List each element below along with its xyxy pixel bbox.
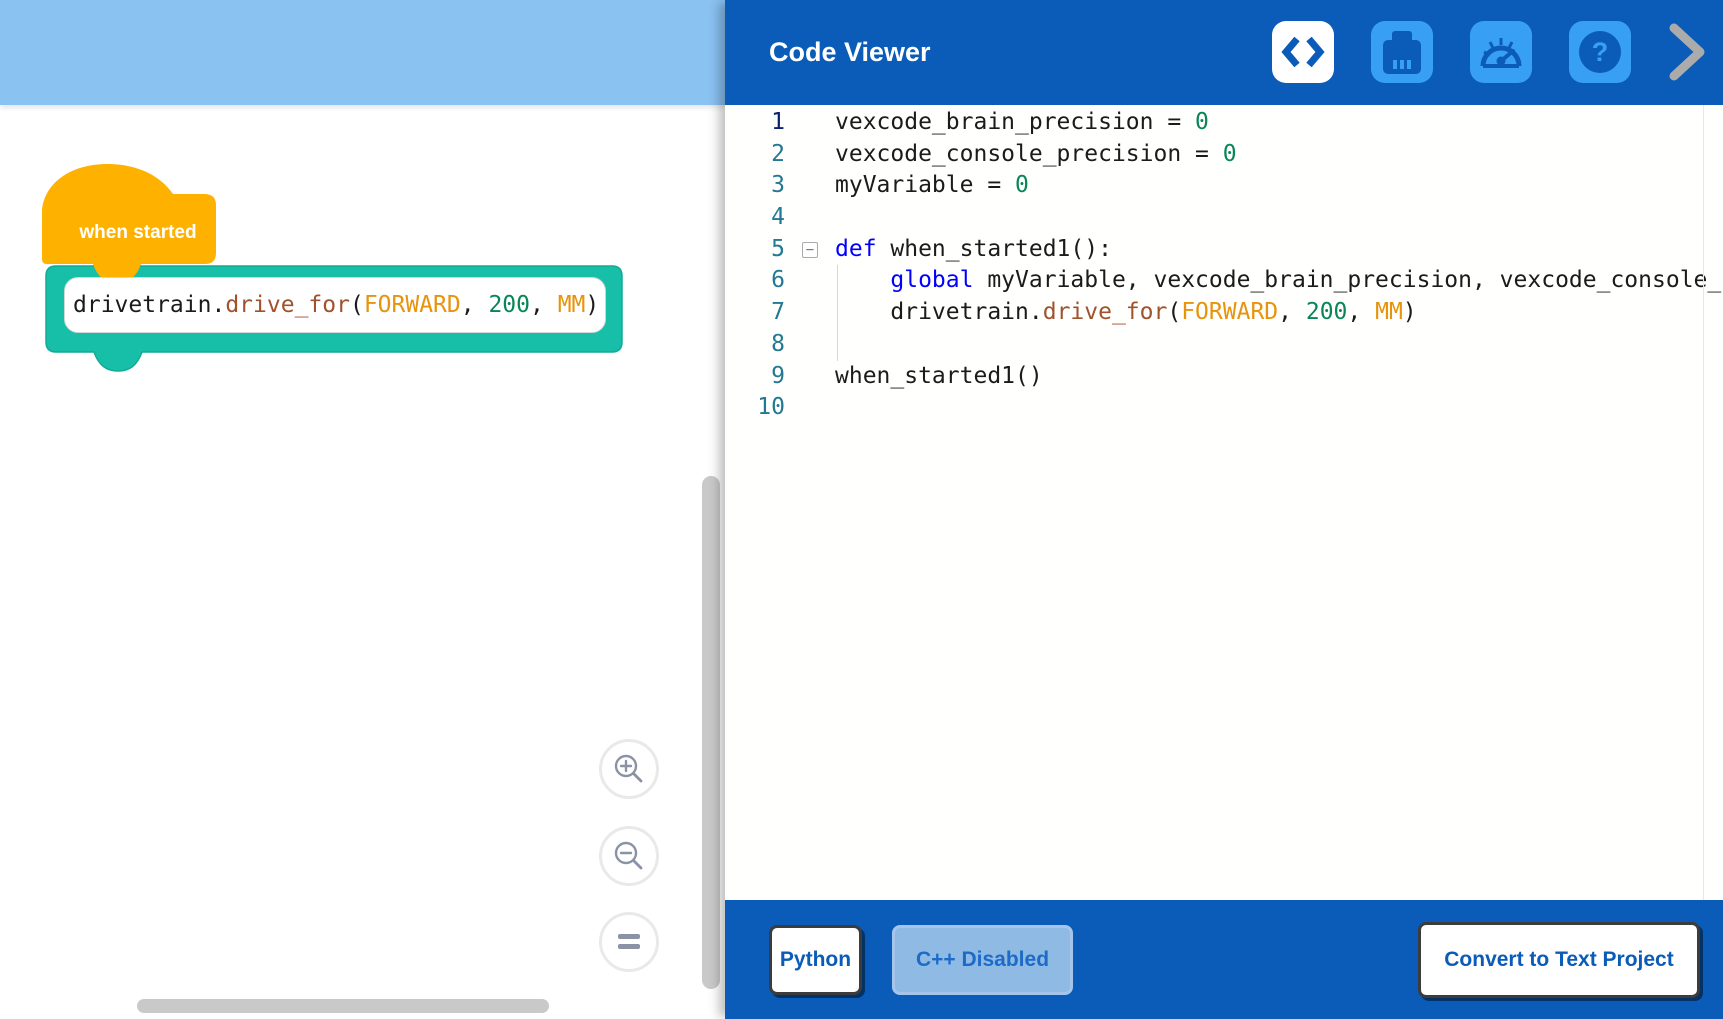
code-icon (1281, 34, 1325, 70)
zoom-in-button[interactable] (599, 739, 659, 799)
fold-gutter (785, 265, 835, 297)
line-number: 5 (725, 234, 785, 266)
drive-for-block-field[interactable]: drivetrain.drive_for(FORWARD, 200, MM) (64, 277, 606, 333)
code-line[interactable]: 10 (725, 392, 1723, 424)
block-token: , (530, 292, 558, 318)
brain-view-button[interactable] (1371, 21, 1433, 83)
code-line[interactable]: 8 (725, 329, 1723, 361)
editor-scrollbar-track-border (1703, 105, 1704, 900)
code-line[interactable]: 3 myVariable = 0 (725, 170, 1723, 202)
zoom-reset-button[interactable] (599, 912, 659, 972)
workspace-horizontal-scrollbar[interactable] (137, 999, 549, 1013)
line-number: 9 (725, 361, 785, 393)
block-workspace[interactable]: when started drivetrain.drive_for(FORWAR… (0, 0, 725, 1019)
fold-gutter (785, 107, 835, 139)
code-line-text: drivetrain.drive_for(FORWARD, 200, MM) (835, 297, 1417, 329)
brain-icon (1380, 29, 1424, 75)
dashboard-view-button[interactable] (1470, 21, 1532, 83)
block-token: , (461, 292, 489, 318)
workspace-vertical-scrollbar[interactable] (702, 476, 720, 989)
zoom-out-icon (612, 839, 646, 873)
convert-to-text-project-button[interactable]: Convert to Text Project (1418, 922, 1700, 998)
fold-gutter (785, 170, 835, 202)
code-viewer-tab-button[interactable] (1272, 21, 1334, 83)
code-line-text: myVariable = 0 (835, 170, 1029, 202)
block-token: drive_for (225, 292, 350, 318)
fold-gutter (785, 329, 835, 361)
code-line[interactable]: 7 drivetrain.drive_for(FORWARD, 200, MM) (725, 297, 1723, 329)
code-viewer-footer: Python C++ Disabled Convert to Text Proj… (725, 900, 1723, 1019)
code-line-text: def when_started1(): (835, 234, 1112, 266)
code-line[interactable]: 6 global myVariable, vexcode_brain_preci… (725, 265, 1723, 297)
cpp-disabled-button[interactable]: C++ Disabled (892, 925, 1073, 995)
panel-title: Code Viewer (769, 0, 931, 105)
line-number: 10 (725, 392, 785, 424)
code-viewer-header: Code Viewer (725, 0, 1723, 105)
code-line[interactable]: 4 (725, 202, 1723, 234)
fold-gutter (785, 361, 835, 393)
code-line-text: when_started1() (835, 361, 1043, 393)
svg-text:?: ? (1592, 37, 1609, 67)
block-token: ) (585, 292, 599, 318)
code-line[interactable]: 5 def when_started1(): (725, 234, 1723, 266)
fold-marker[interactable]: − (802, 242, 818, 258)
python-button[interactable]: Python (769, 925, 862, 995)
fold-gutter (785, 202, 835, 234)
indent-guide (837, 265, 838, 361)
code-viewer-panel: Code Viewer (725, 0, 1723, 1019)
gauge-icon (1478, 32, 1524, 72)
fold-gutter (785, 297, 835, 329)
zoom-out-button[interactable] (599, 826, 659, 886)
code-editor[interactable]: 1 vexcode_brain_precision = 0 2 vexcode_con… (725, 105, 1723, 900)
line-number: 6 (725, 265, 785, 297)
blocks-canvas (0, 0, 725, 500)
code-line[interactable]: 9 when_started1() (725, 361, 1723, 393)
code-lines: 1 vexcode_brain_precision = 0 2 vexcode_con… (725, 105, 1723, 424)
block-token: MM (558, 292, 586, 318)
line-number: 8 (725, 329, 785, 361)
line-number: 4 (725, 202, 785, 234)
block-token: FORWARD (364, 292, 461, 318)
code-line-text: vexcode_brain_precision = 0 (835, 107, 1209, 139)
fold-gutter (785, 139, 835, 171)
zoom-reset-icon (614, 931, 644, 953)
block-token: drivetrain. (73, 292, 225, 318)
line-number: 2 (725, 139, 785, 171)
help-icon: ? (1576, 28, 1624, 76)
code-line-text: vexcode_console_precision = 0 (835, 139, 1237, 171)
line-number: 3 (725, 170, 785, 202)
code-line[interactable]: 2 vexcode_console_precision = 0 (725, 139, 1723, 171)
zoom-in-icon (612, 752, 646, 786)
code-line[interactable]: 1 vexcode_brain_precision = 0 (725, 107, 1723, 139)
line-number: 7 (725, 297, 785, 329)
line-number: 1 (725, 107, 785, 139)
fold-gutter (785, 392, 835, 424)
block-token: ( (350, 292, 364, 318)
help-button[interactable]: ? (1569, 21, 1631, 83)
block-token: 200 (488, 292, 530, 318)
code-line-text: global myVariable, vexcode_brain_precisi… (835, 265, 1723, 297)
when-started-block[interactable]: when started (60, 218, 216, 248)
collapse-panel-chevron[interactable] (1666, 22, 1708, 82)
